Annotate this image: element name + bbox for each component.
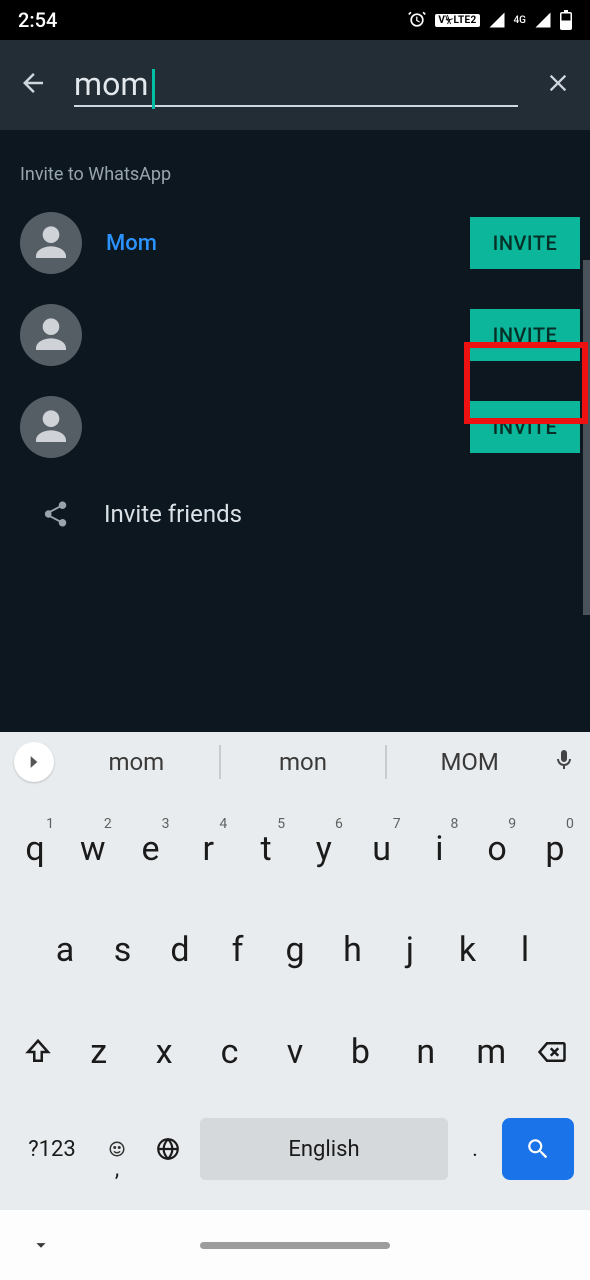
nav-back-icon[interactable] bbox=[30, 1234, 52, 1256]
person-icon bbox=[31, 315, 71, 355]
key-r[interactable]: r4 bbox=[183, 814, 233, 884]
invite-friends-label: Invite friends bbox=[104, 500, 242, 528]
symbols-key[interactable]: ?123 bbox=[16, 1118, 88, 1180]
volte-badge: V⏧LTE2 bbox=[435, 14, 479, 27]
net-label: 4G bbox=[514, 15, 527, 26]
alarm-icon bbox=[407, 10, 427, 30]
key-o[interactable]: o9 bbox=[472, 814, 522, 884]
key-t[interactable]: t5 bbox=[241, 814, 291, 884]
avatar bbox=[20, 304, 82, 366]
contact-row[interactable]: INVITE bbox=[0, 381, 590, 473]
key-v[interactable]: v bbox=[270, 1017, 320, 1087]
invite-button[interactable]: INVITE bbox=[470, 401, 580, 453]
scrollbar[interactable] bbox=[583, 260, 590, 615]
contact-row[interactable]: INVITE bbox=[0, 289, 590, 381]
clear-button[interactable] bbox=[544, 69, 572, 101]
key-i[interactable]: i8 bbox=[414, 814, 464, 884]
divider bbox=[385, 745, 387, 779]
period-key[interactable]: . bbox=[458, 1118, 492, 1180]
text-caret bbox=[152, 69, 155, 109]
backspace-key[interactable] bbox=[524, 1017, 580, 1087]
key-j[interactable]: j bbox=[385, 915, 435, 985]
emoji-icon bbox=[108, 1140, 126, 1158]
avatar bbox=[20, 212, 82, 274]
status-bar: 2:54 V⏧LTE2 4G bbox=[0, 0, 590, 40]
key-d[interactable]: d bbox=[155, 915, 205, 985]
globe-icon bbox=[155, 1136, 181, 1162]
contact-name: Mom bbox=[106, 231, 470, 256]
keyboard-row-4: ?123 , English . bbox=[6, 1118, 584, 1184]
content-area: Invite to WhatsApp Mom INVITE INVITE INV… bbox=[0, 130, 590, 732]
keyboard-row-2: asdfghjkl bbox=[6, 915, 584, 985]
invite-button[interactable]: INVITE bbox=[470, 217, 580, 269]
nav-home-pill[interactable] bbox=[200, 1242, 390, 1249]
status-time: 2:54 bbox=[18, 8, 57, 32]
signal2-icon bbox=[534, 11, 552, 29]
invite-button[interactable]: INVITE bbox=[470, 309, 580, 361]
key-e[interactable]: e3 bbox=[126, 814, 176, 884]
person-icon bbox=[31, 407, 71, 447]
signal-icon bbox=[488, 11, 506, 29]
key-m[interactable]: m bbox=[466, 1017, 516, 1087]
divider bbox=[219, 745, 221, 779]
shift-key[interactable] bbox=[10, 1017, 66, 1087]
chevron-right-icon bbox=[24, 752, 44, 772]
contact-row[interactable]: Mom INVITE bbox=[0, 197, 590, 289]
key-n[interactable]: n bbox=[401, 1017, 451, 1087]
key-y[interactable]: y6 bbox=[299, 814, 349, 884]
suggestion[interactable]: mom bbox=[58, 748, 215, 776]
search-key[interactable] bbox=[502, 1118, 574, 1180]
battery-icon bbox=[560, 10, 572, 30]
key-h[interactable]: h bbox=[328, 915, 378, 985]
search-bar bbox=[0, 40, 590, 130]
key-a[interactable]: a bbox=[40, 915, 90, 985]
key-g[interactable]: g bbox=[270, 915, 320, 985]
keyboard-suggestions: mom mon MOM bbox=[0, 732, 590, 792]
key-b[interactable]: b bbox=[335, 1017, 385, 1087]
key-l[interactable]: l bbox=[500, 915, 550, 985]
key-p[interactable]: p0 bbox=[530, 814, 580, 884]
expand-suggestions-button[interactable] bbox=[14, 742, 54, 782]
keyboard-row-1: q1w2e3r4t5y6u7i8o9p0 bbox=[6, 814, 584, 884]
space-key[interactable]: English bbox=[200, 1118, 448, 1180]
nav-bar bbox=[0, 1210, 590, 1280]
key-c[interactable]: c bbox=[205, 1017, 255, 1087]
mic-icon bbox=[552, 748, 576, 772]
key-z[interactable]: z bbox=[74, 1017, 124, 1087]
keyboard-row-3: zxcvbnm bbox=[6, 1017, 584, 1087]
avatar bbox=[20, 396, 82, 458]
emoji-key[interactable]: , bbox=[98, 1118, 136, 1180]
suggestion[interactable]: MOM bbox=[391, 748, 548, 776]
language-key[interactable] bbox=[146, 1118, 190, 1180]
arrow-left-icon bbox=[18, 68, 48, 98]
shift-icon bbox=[23, 1037, 53, 1067]
share-icon bbox=[40, 499, 70, 529]
key-w[interactable]: w2 bbox=[68, 814, 118, 884]
key-s[interactable]: s bbox=[98, 915, 148, 985]
person-icon bbox=[31, 223, 71, 263]
key-u[interactable]: u7 bbox=[357, 814, 407, 884]
mic-button[interactable] bbox=[552, 748, 576, 776]
key-x[interactable]: x bbox=[139, 1017, 189, 1087]
key-f[interactable]: f bbox=[213, 915, 263, 985]
search-input[interactable] bbox=[74, 63, 518, 107]
invite-friends-row[interactable]: Invite friends bbox=[0, 473, 590, 555]
search-icon bbox=[525, 1136, 551, 1162]
section-title: Invite to WhatsApp bbox=[0, 130, 590, 197]
suggestion[interactable]: mon bbox=[225, 748, 382, 776]
backspace-icon bbox=[535, 1037, 569, 1067]
close-icon bbox=[544, 69, 572, 97]
back-button[interactable] bbox=[18, 68, 48, 102]
key-q[interactable]: q1 bbox=[10, 814, 60, 884]
keyboard: mom mon MOM q1w2e3r4t5y6u7i8o9p0 asdfghj… bbox=[0, 732, 590, 1210]
key-k[interactable]: k bbox=[443, 915, 493, 985]
status-right: V⏧LTE2 4G bbox=[407, 10, 572, 30]
